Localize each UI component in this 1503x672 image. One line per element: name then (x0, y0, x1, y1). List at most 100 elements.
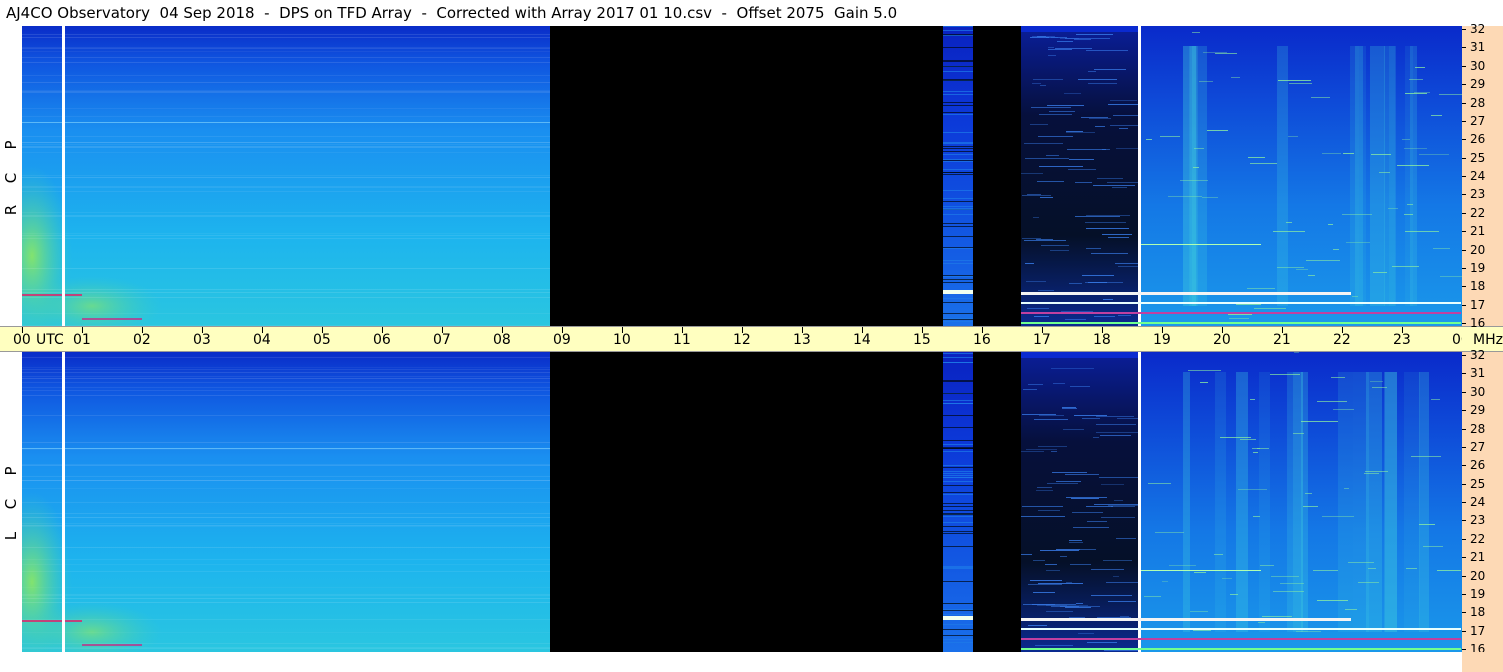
spectrum-speck (1423, 546, 1443, 547)
spectrum-speck (1108, 237, 1129, 238)
spectrum-column (1259, 372, 1270, 632)
spectrum-speck (1037, 487, 1052, 488)
spectrum-band (943, 503, 973, 504)
spectrum-band (943, 313, 973, 314)
spectrum-speck (1368, 568, 1376, 569)
spectrum-band (22, 313, 550, 314)
spectrum-speck (1364, 473, 1379, 474)
spectrum-speck (1437, 570, 1461, 571)
spectrum-band (22, 147, 550, 148)
lcp-letter-2: C (2, 498, 20, 510)
lcp-frequency-axis: 32 31 30 29 28 27 26 25 24 23 22 21 20 19 18 17 16 (1462, 349, 1503, 655)
spectrum-speck (1373, 272, 1387, 273)
spectrum-band (943, 71, 973, 72)
spectrum-speck (1064, 93, 1081, 94)
spectrum-band (943, 209, 973, 210)
spectrum-band (943, 415, 973, 416)
spectrum-speck (1065, 474, 1099, 475)
spectrum-speck (1080, 549, 1096, 550)
spectrum-band (22, 233, 550, 234)
spectrum-speck (1071, 498, 1099, 499)
spectrum-speck (1258, 622, 1265, 623)
no-data-block (550, 26, 943, 326)
spectrum-speck (1030, 124, 1048, 125)
spectrum-speck (1086, 228, 1129, 229)
spectrum-speck (1289, 83, 1312, 84)
spectrum-speck (1074, 415, 1107, 416)
freq-tick (1462, 428, 1466, 430)
spectrum-band (943, 400, 973, 401)
spectrum-speck (1119, 128, 1128, 129)
freq-label: 29 (1470, 77, 1486, 92)
spectrum-band (943, 393, 973, 394)
spectrum-speck (1190, 611, 1208, 612)
spectrum-speck (1116, 538, 1136, 539)
spectrum-column (1370, 46, 1385, 306)
spectrum-speck (1094, 316, 1115, 317)
spectrum-band (943, 477, 973, 478)
spectrum-speck (1088, 282, 1107, 283)
spectrum-speck (1262, 616, 1292, 617)
spectrum-speck (1345, 609, 1357, 610)
spectrum-speck (1252, 448, 1260, 449)
time-label: 14 (853, 332, 871, 348)
interference-line (1021, 618, 1351, 621)
spectrum-speck (1273, 591, 1304, 592)
spectrum-speck (1250, 399, 1255, 400)
spectrum-speck (1365, 471, 1388, 472)
spectrum-speck (1039, 415, 1064, 416)
spectrum-band (22, 357, 550, 358)
spectrum-band (943, 208, 973, 209)
time-label: 03 (193, 332, 211, 348)
spectrum-speck (1066, 131, 1083, 132)
spectrum-band (22, 152, 550, 153)
spectrum-band (943, 260, 973, 261)
lcp-spectrogram[interactable] (22, 352, 1462, 652)
spectrum-speck (1333, 249, 1339, 250)
freq-label: 27 (1470, 439, 1486, 454)
spectrum-speck (1056, 481, 1081, 482)
spectrum-band (22, 382, 550, 383)
spectrum-band (22, 235, 550, 236)
time-label: 00 (13, 332, 31, 348)
spectrum-band (943, 533, 973, 534)
spectrum-speck (1038, 290, 1054, 291)
spectrum-speck (1086, 215, 1130, 216)
spectrum-speck (1095, 126, 1105, 127)
spectrum-band (22, 502, 550, 503)
spectrum-speck (1331, 377, 1345, 378)
time-label: 18 (1093, 332, 1111, 348)
interference-line (1021, 648, 1461, 650)
spectrum-speck (1073, 527, 1109, 528)
spectrum-band (22, 216, 550, 217)
spectrum-band (22, 48, 550, 49)
rcp-spectrogram[interactable] (22, 26, 1462, 326)
spectrum-band (22, 643, 550, 644)
spectrum-speck (1322, 516, 1354, 517)
spectrum-band (943, 159, 973, 160)
spectrum-band (943, 403, 973, 404)
spectrum-band (943, 321, 973, 322)
marker-line (1138, 26, 1141, 326)
spectrum-band (22, 90, 550, 91)
spectrum-speck (1086, 248, 1101, 249)
spectrum-band (22, 47, 550, 48)
spectrum-speck (1069, 617, 1085, 618)
spectrum-band (22, 75, 550, 76)
spectrum-band (22, 595, 550, 596)
spectrum-speck (1099, 477, 1144, 478)
lcp-letter-1: L (2, 531, 20, 541)
freq-label: 24 (1470, 169, 1486, 183)
spectrum-band (22, 480, 550, 481)
spectrum-speck (1066, 497, 1107, 498)
spectrum-speck (1026, 449, 1057, 450)
spectrum-speck (1070, 386, 1090, 387)
spectrum-speck (1040, 85, 1046, 86)
time-label: 05 (313, 332, 331, 348)
spectrum-speck (1333, 409, 1354, 410)
spectrum-speck (1033, 79, 1063, 80)
freq-tick (1462, 267, 1466, 269)
spectrum-band (943, 66, 973, 67)
freq-label: 29 (1470, 403, 1486, 418)
spectrum-band (22, 57, 550, 58)
